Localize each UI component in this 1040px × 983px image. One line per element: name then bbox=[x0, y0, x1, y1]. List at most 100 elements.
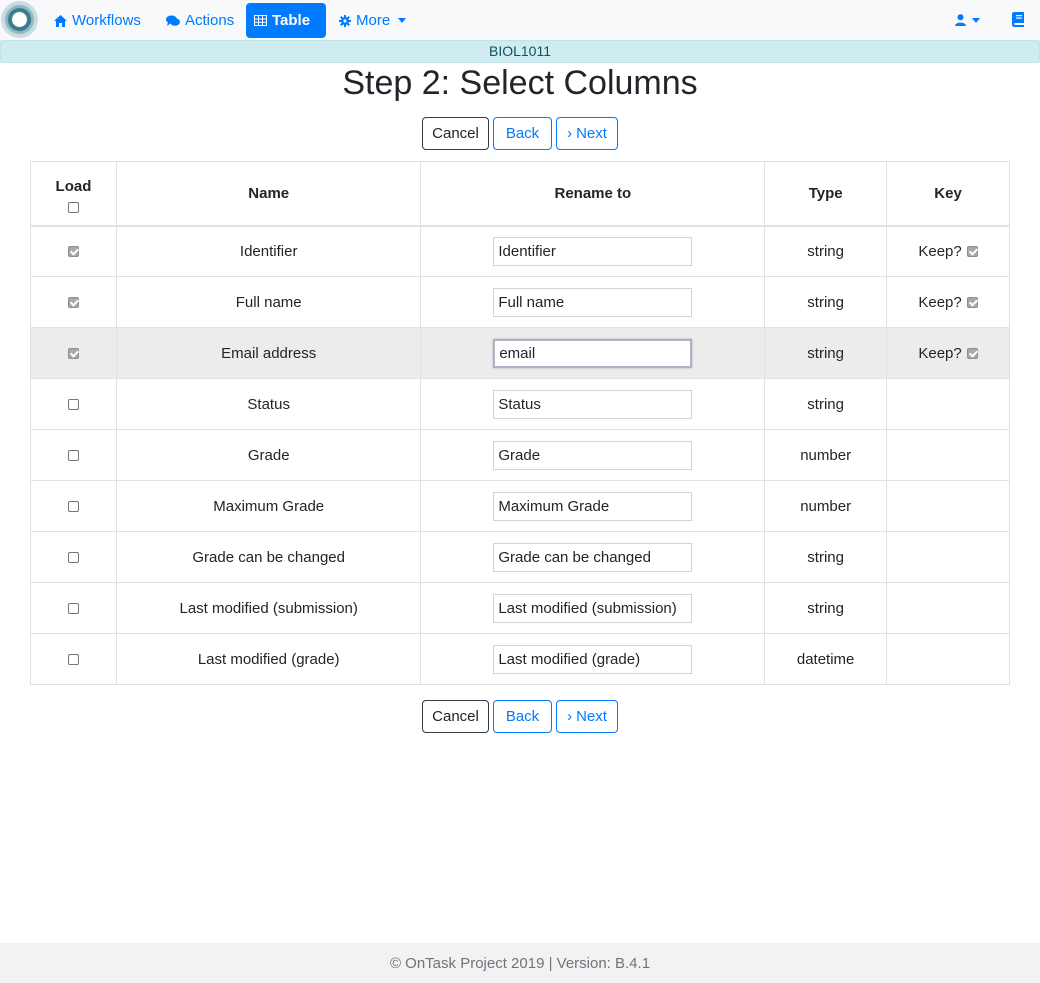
nav-table-label: Table bbox=[272, 12, 311, 29]
ontask-logo[interactable] bbox=[1, 1, 38, 38]
table-row: Last modified (grade) datetime bbox=[30, 633, 1010, 685]
load-checkbox[interactable] bbox=[67, 450, 79, 462]
column-name: Email address bbox=[115, 327, 422, 379]
keep-label: Keep? bbox=[918, 344, 962, 362]
rename-cell bbox=[420, 633, 766, 685]
column-name: Identifier bbox=[115, 225, 422, 277]
user-icon bbox=[955, 14, 966, 26]
load-checkbox[interactable] bbox=[67, 501, 79, 513]
header-load-label: Load bbox=[55, 177, 92, 195]
rename-input[interactable] bbox=[493, 236, 693, 266]
load-cell bbox=[30, 378, 117, 430]
column-type: string bbox=[764, 327, 888, 379]
keep-key: Keep? bbox=[918, 242, 978, 260]
back-button[interactable]: Back bbox=[493, 117, 552, 150]
table-row: Maximum Grade number bbox=[30, 480, 1010, 532]
user-menu-dropdown[interactable] bbox=[955, 10, 980, 30]
table-row: Identifier string Keep? bbox=[30, 225, 1010, 277]
column-type: datetime bbox=[764, 633, 888, 685]
cancel-button[interactable]: Cancel bbox=[422, 700, 489, 733]
rename-cell bbox=[420, 531, 766, 583]
load-checkbox[interactable] bbox=[67, 654, 79, 666]
top-button-group: Cancel Back › Next bbox=[0, 117, 1040, 150]
load-cell bbox=[30, 633, 117, 685]
rename-input[interactable] bbox=[493, 389, 693, 419]
cancel-button[interactable]: Cancel bbox=[422, 117, 489, 150]
load-cell bbox=[30, 429, 117, 481]
key-cell bbox=[886, 429, 1010, 481]
keep-key-checkbox[interactable] bbox=[966, 296, 978, 308]
rename-input[interactable] bbox=[493, 644, 693, 674]
keep-key-checkbox[interactable] bbox=[966, 347, 978, 359]
next-label: Next bbox=[576, 125, 607, 142]
load-checkbox[interactable] bbox=[67, 399, 79, 411]
rename-input[interactable] bbox=[493, 287, 693, 317]
column-select-table: Load Name Rename to Type Key Identifier s… bbox=[30, 161, 1010, 685]
load-checkbox[interactable] bbox=[67, 552, 79, 564]
book-icon[interactable] bbox=[1012, 12, 1025, 27]
nav-table[interactable]: Table bbox=[246, 3, 326, 38]
page-title: Step 2: Select Columns bbox=[342, 64, 698, 102]
nav-actions-label: Actions bbox=[185, 12, 235, 29]
keep-key: Keep? bbox=[918, 344, 978, 362]
nav-actions[interactable]: Actions bbox=[158, 3, 242, 38]
keep-key-checkbox[interactable] bbox=[966, 245, 978, 257]
header-key: Key bbox=[886, 161, 1010, 227]
rename-cell bbox=[420, 429, 766, 481]
column-name: Grade bbox=[115, 429, 422, 481]
load-cell bbox=[30, 276, 117, 328]
back-button[interactable]: Back bbox=[493, 700, 552, 733]
key-cell bbox=[886, 633, 1010, 685]
key-cell bbox=[886, 531, 1010, 583]
top-navbar: Workflows Actions Table More bbox=[0, 0, 1040, 40]
table-row: Status string bbox=[30, 378, 1010, 430]
column-name: Full name bbox=[115, 276, 422, 328]
load-checkbox[interactable] bbox=[67, 297, 79, 309]
rename-input[interactable] bbox=[493, 491, 693, 521]
column-type: string bbox=[764, 225, 888, 277]
rename-input[interactable] bbox=[493, 542, 693, 572]
table-row: Full name string Keep? bbox=[30, 276, 1010, 328]
header-type: Type bbox=[764, 161, 888, 227]
home-icon bbox=[54, 14, 67, 27]
key-cell: Keep? bbox=[886, 276, 1010, 328]
next-button[interactable]: › Next bbox=[556, 700, 618, 733]
load-cell bbox=[30, 582, 117, 634]
table-row: Grade can be changed string bbox=[30, 531, 1010, 583]
load-checkbox[interactable] bbox=[67, 246, 79, 258]
column-type: string bbox=[764, 276, 888, 328]
nav-more-dropdown[interactable]: More bbox=[331, 3, 414, 38]
load-cell bbox=[30, 480, 117, 532]
nav-workflows-label: Workflows bbox=[72, 12, 141, 29]
column-type: string bbox=[764, 531, 888, 583]
load-cell bbox=[30, 327, 117, 379]
keep-label: Keep? bbox=[918, 242, 962, 260]
keep-label: Keep? bbox=[918, 293, 962, 311]
select-all-checkbox[interactable] bbox=[67, 201, 79, 213]
table-icon bbox=[254, 15, 267, 26]
key-cell: Keep? bbox=[886, 327, 1010, 379]
rename-cell bbox=[420, 327, 766, 379]
bottom-button-group: Cancel Back › Next bbox=[0, 700, 1040, 733]
column-name: Status bbox=[115, 378, 422, 430]
column-type: number bbox=[764, 429, 888, 481]
chevron-right-icon: › bbox=[567, 708, 573, 725]
rename-cell bbox=[420, 378, 766, 430]
chevron-down-icon bbox=[398, 18, 407, 23]
column-name: Last modified (submission) bbox=[115, 582, 422, 634]
key-cell: Keep? bbox=[886, 225, 1010, 277]
table-header-row: Load Name Rename to Type Key bbox=[30, 161, 1010, 227]
gear-icon bbox=[339, 14, 351, 27]
rename-input[interactable] bbox=[493, 593, 693, 623]
load-checkbox[interactable] bbox=[67, 603, 79, 615]
chevron-right-icon: › bbox=[567, 125, 573, 142]
next-button[interactable]: › Next bbox=[556, 117, 618, 150]
comments-icon bbox=[166, 15, 180, 26]
rename-input[interactable] bbox=[493, 338, 693, 368]
rename-cell bbox=[420, 480, 766, 532]
nav-workflows[interactable]: Workflows bbox=[46, 3, 149, 38]
column-name: Grade can be changed bbox=[115, 531, 422, 583]
load-checkbox[interactable] bbox=[67, 348, 79, 360]
rename-input[interactable] bbox=[493, 440, 693, 470]
key-cell bbox=[886, 582, 1010, 634]
